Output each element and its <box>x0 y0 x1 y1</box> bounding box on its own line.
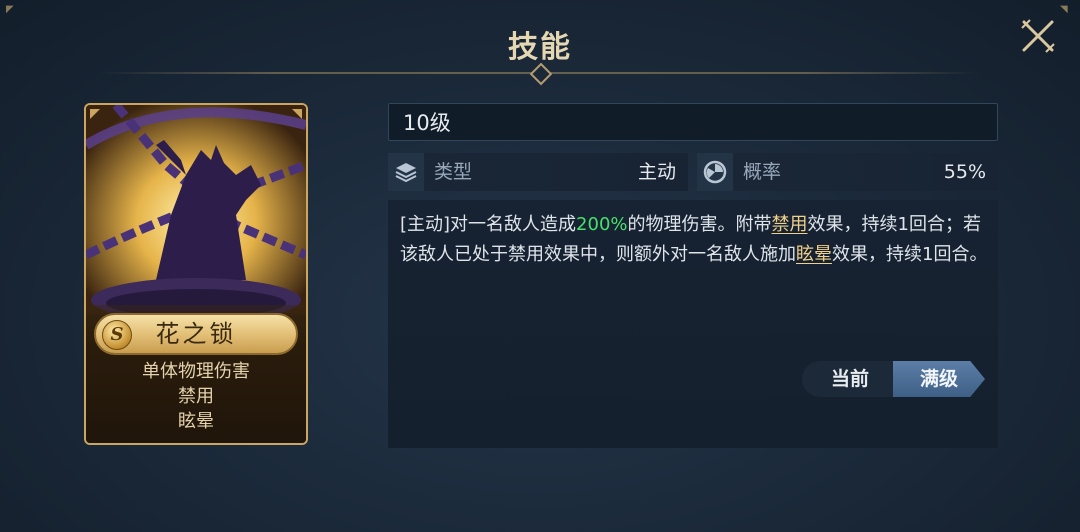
corner-ornament-left: ◤ <box>6 4 14 15</box>
stat-rate: 概率 55% <box>697 153 998 191</box>
skill-card: S 花之锁 单体物理伤害 禁用 眩晕 <box>84 103 308 445</box>
corner-ornament-right: ◥ <box>1060 4 1068 15</box>
desc-text: 的物理伤害。附带 <box>627 214 772 235</box>
stat-type-label: 类型 <box>434 161 473 183</box>
page-title: 技能 <box>508 30 572 65</box>
desc-text: 效果，持续1回合。 <box>832 244 988 265</box>
skill-name-plate: S 花之锁 <box>94 313 298 355</box>
skill-description: [主动]对一名敌人造成200%的物理伤害。附带禁用效果，持续1回合；若该敌人已处… <box>400 210 988 270</box>
current-level-button[interactable]: 当前 <box>802 361 898 397</box>
skill-description-panel: [主动]对一名敌人造成200%的物理伤害。附带禁用效果，持续1回合；若该敌人已处… <box>388 200 998 448</box>
skill-level: 10级 <box>403 111 451 135</box>
skill-artwork <box>86 105 306 315</box>
skill-tag: 禁用 <box>178 386 214 407</box>
desc-text: [主动]对一名敌人造成 <box>400 214 577 235</box>
skill-level-bar: 10级 <box>388 103 998 141</box>
divider-gem-icon <box>529 62 553 86</box>
skill-tags: 单体物理伤害 禁用 眩晕 <box>86 359 306 434</box>
close-icon <box>1021 19 1055 53</box>
skill-tag: 单体物理伤害 <box>142 361 250 382</box>
skill-tag: 眩晕 <box>178 411 214 432</box>
pie-chart-icon <box>697 153 733 191</box>
damage-value: 200% <box>576 214 628 235</box>
stat-type: 类型 主动 <box>388 153 688 191</box>
keyword-link-stun[interactable]: 眩晕 <box>796 244 832 265</box>
max-level-button[interactable]: 满级 <box>893 361 985 397</box>
skill-name: 花之锁 <box>155 320 237 348</box>
stat-type-value: 主动 <box>637 161 676 183</box>
stat-rate-label: 概率 <box>743 161 782 183</box>
close-button[interactable] <box>1020 18 1056 54</box>
layers-icon <box>388 153 424 191</box>
stat-rate-value: 55% <box>943 161 986 183</box>
keyword-link-disable[interactable]: 禁用 <box>772 214 808 235</box>
